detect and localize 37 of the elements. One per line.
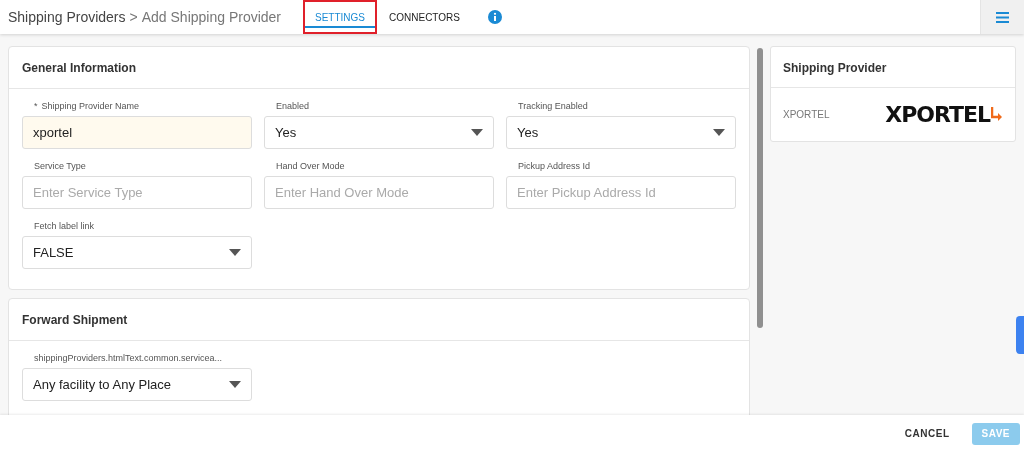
breadcrumb-link[interactable]: Shipping Providers — [8, 9, 126, 25]
select-field[interactable]: Yes — [264, 116, 494, 149]
menu-button[interactable] — [980, 0, 1024, 34]
input-field[interactable]: Enter Hand Over Mode — [264, 176, 494, 209]
select-field[interactable]: Yes — [506, 116, 736, 149]
scrollbar-thumb[interactable] — [757, 48, 763, 328]
field-label: Shipping Provider Name — [41, 100, 140, 113]
section-title: General Information — [9, 47, 749, 89]
select-field[interactable]: Any facility to Any Place — [22, 368, 252, 401]
provider-logo: XPORTEL — [885, 102, 1003, 127]
breadcrumb-separator: > — [129, 9, 138, 25]
menu-icon — [996, 11, 1009, 23]
field-label: Pickup Address Id — [518, 160, 591, 173]
card-title: Shipping Provider — [771, 47, 1015, 88]
section-title: Forward Shipment — [9, 299, 749, 341]
caret-icon — [229, 381, 241, 388]
tab[interactable]: SETTINGS — [303, 0, 378, 34]
cancel-button[interactable]: CANCEL — [894, 422, 960, 445]
field-label: Enabled — [276, 100, 310, 113]
provider-name: XPORTEL — [783, 109, 830, 120]
caret-icon — [713, 129, 725, 136]
field-label: Hand Over Mode — [276, 160, 345, 173]
field-label: Tracking Enabled — [518, 100, 588, 113]
select-field[interactable]: FALSE — [22, 236, 252, 269]
field-label: shippingProviders.htmlText.common.servicea... — [34, 352, 223, 365]
caret-icon — [229, 249, 241, 256]
input-field[interactable]: xportel — [22, 116, 252, 149]
caret-icon — [471, 129, 483, 136]
field-label: Fetch label link — [34, 220, 95, 233]
info-icon[interactable] — [487, 10, 502, 24]
breadcrumb-current: Add Shipping Provider — [141, 9, 281, 25]
input-field[interactable]: Enter Pickup Address Id — [506, 176, 736, 209]
required-mark: * — [34, 100, 38, 113]
input-field[interactable]: Enter Service Type — [22, 176, 252, 209]
field-label: Service Type — [34, 160, 86, 173]
tab[interactable]: CONNECTORS — [377, 0, 472, 34]
side-handle[interactable] — [1016, 316, 1024, 354]
